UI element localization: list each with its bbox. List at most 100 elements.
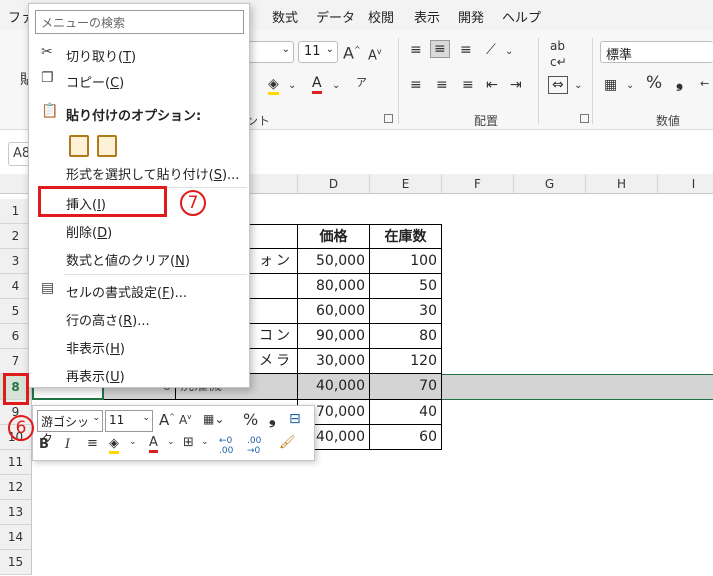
wrap-text-icon[interactable]: ⊟ [289, 411, 301, 427]
paste-values-button[interactable] [97, 135, 117, 157]
table-cell-stock[interactable]: 100 [370, 249, 442, 274]
menu-item-paste-special[interactable]: 形式を選択して貼り付け(S)... [29, 160, 249, 184]
align-center-icon[interactable]: ≡ [436, 77, 448, 93]
borders-icon[interactable]: ⊞ [183, 435, 194, 450]
table-cell-stock[interactable]: 60 [370, 425, 442, 450]
table-cell-stock[interactable]: 80 [370, 324, 442, 349]
decrease-decimal-icon[interactable]: .00 →0 [247, 436, 273, 456]
row-header[interactable]: 12 [0, 475, 32, 500]
bold-icon[interactable]: B [39, 437, 49, 452]
phonetic-icon[interactable]: ア [356, 75, 367, 91]
font-name-dropdown[interactable]: ⌄ [244, 41, 294, 63]
divider [538, 38, 539, 124]
number-format-dropdown[interactable]: 標準 [600, 41, 713, 63]
fill-color-icon[interactable]: ◈ [109, 436, 119, 454]
comma-style-icon[interactable]: ❟ [676, 73, 683, 91]
table-cell-price[interactable]: 80,000 [298, 274, 370, 299]
merge-center-icon[interactable]: ⇔ [548, 76, 568, 94]
menu-item-clear-contents[interactable]: 数式と値のクリア(N) [29, 246, 249, 270]
mini-font-size-dropdown[interactable]: 11 ⌄ [105, 410, 153, 432]
mini-font-name-dropdown[interactable]: 游ゴシック ⌄ [37, 410, 103, 446]
italic-icon[interactable]: I [65, 437, 70, 452]
percent-style-icon[interactable]: % [646, 75, 662, 92]
comma-style-icon[interactable]: ❟ [269, 409, 276, 429]
chevron-down-icon[interactable]: ⌄ [332, 78, 340, 94]
tab-data[interactable]: データ [316, 7, 355, 26]
center-align-icon[interactable]: ≡ [87, 436, 98, 451]
decrease-font-icon[interactable]: Av [368, 44, 382, 64]
accounting-format-icon[interactable]: ▦⌄ [203, 412, 224, 426]
table-cell-price[interactable]: 60,000 [298, 299, 370, 324]
chevron-down-icon[interactable]: ⌄ [129, 437, 137, 447]
chevron-down-icon[interactable]: ⌄ [505, 44, 513, 60]
increase-decimal-icon[interactable]: ←0 .00 [219, 436, 245, 456]
table-cell-price[interactable]: 40,000 [298, 374, 370, 400]
align-left-icon[interactable]: ≡ [410, 77, 422, 93]
menu-item-format-cells[interactable]: ▤ セルの書式設定(F)... [29, 278, 249, 302]
column-header-g[interactable]: G [514, 174, 586, 194]
align-top-icon[interactable]: ≡ [410, 42, 422, 58]
tab-developer[interactable]: 開発 [458, 7, 484, 26]
paste-option-button[interactable] [69, 135, 89, 157]
decrease-font-icon[interactable]: Av [179, 413, 191, 427]
fill-color-icon[interactable]: ◈ [268, 76, 279, 95]
column-header-h[interactable]: H [586, 174, 658, 194]
table-cell-stock[interactable]: 50 [370, 274, 442, 299]
mini-toolbar: 游ゴシック ⌄ 11 ⌄ A^ Av ▦⌄ % ❟ ⊟ B I ≡ ◈ ⌄ A ⌄ … [32, 405, 315, 461]
row-header[interactable]: 14 [0, 525, 32, 550]
font-size-dropdown[interactable]: 11 ⌄ [298, 41, 338, 63]
paint-brush-icon[interactable]: 🖌 [279, 435, 296, 450]
table-cell-stock[interactable]: 120 [370, 349, 442, 374]
column-header-e[interactable]: E [370, 174, 442, 194]
table-header-stock[interactable]: 在庫数 [370, 224, 442, 249]
column-header-i[interactable]: I [658, 174, 713, 194]
increase-font-icon[interactable]: A^ [343, 42, 361, 61]
table-header-price[interactable]: 価格 [298, 224, 370, 249]
tab-review[interactable]: 校閲 [368, 7, 394, 26]
format-cells-icon: ▤ [41, 280, 55, 296]
menu-item-copy[interactable]: ❐ コピー(C) [29, 68, 249, 92]
table-cell-stock[interactable]: 40 [370, 400, 442, 425]
menu-item-hide[interactable]: 非表示(H) [29, 334, 249, 358]
tab-formulas[interactable]: 数式 [272, 7, 298, 26]
table-cell-price[interactable]: 90,000 [298, 324, 370, 349]
percent-style-icon[interactable]: % [243, 410, 258, 429]
chevron-down-icon[interactable]: ⌄ [167, 437, 175, 447]
row-header[interactable]: 15 [0, 550, 32, 575]
chevron-down-icon[interactable]: ⌄ [201, 437, 209, 447]
orientation-icon[interactable]: ⟋ [486, 42, 496, 58]
font-color-icon[interactable]: A [312, 75, 322, 94]
column-header-f[interactable]: F [442, 174, 514, 194]
menu-item-cut[interactable]: ✂ 切り取り(T) [29, 42, 249, 66]
table-cell-price[interactable]: 30,000 [298, 349, 370, 374]
menu-item-unhide[interactable]: 再表示(U) [29, 362, 249, 386]
align-middle-icon[interactable]: ≡ [430, 40, 450, 58]
column-header-d[interactable]: D [298, 174, 370, 194]
chevron-down-icon[interactable]: ⌄ [574, 78, 582, 94]
menu-item-delete[interactable]: 削除(D) [29, 218, 249, 242]
chevron-down-icon[interactable]: ⌄ [626, 78, 634, 94]
copy-icon: ❐ [41, 70, 54, 86]
increase-font-icon[interactable]: A^ [159, 411, 175, 429]
font-dialog-launcher[interactable] [384, 114, 393, 123]
alignment-dialog-launcher[interactable] [580, 114, 589, 123]
table-cell-stock[interactable]: 70 [370, 374, 442, 400]
increase-indent-icon[interactable]: ⇥ [510, 77, 522, 93]
accounting-format-icon[interactable]: ▦ [604, 77, 617, 93]
font-color-icon[interactable]: A [149, 435, 158, 453]
wrap-text-icon[interactable]: ab c↵ [550, 38, 567, 70]
tab-help[interactable]: ヘルプ [502, 7, 541, 26]
row-header[interactable]: 13 [0, 500, 32, 525]
increase-decimal-icon[interactable]: ← [700, 76, 709, 92]
menu-item-row-height[interactable]: 行の高さ(R)... [29, 306, 249, 330]
group-number-label: 数値 [656, 114, 681, 128]
align-bottom-icon[interactable]: ≡ [460, 42, 472, 58]
row-header[interactable]: 11 [0, 450, 32, 475]
tab-view[interactable]: 表示 [414, 7, 440, 26]
table-cell-price[interactable]: 50,000 [298, 249, 370, 274]
chevron-down-icon[interactable]: ⌄ [288, 78, 296, 94]
decrease-indent-icon[interactable]: ⇤ [486, 77, 498, 93]
menu-search-input[interactable]: メニューの検索 [35, 10, 244, 34]
align-right-icon[interactable]: ≡ [462, 77, 474, 93]
table-cell-stock[interactable]: 30 [370, 299, 442, 324]
